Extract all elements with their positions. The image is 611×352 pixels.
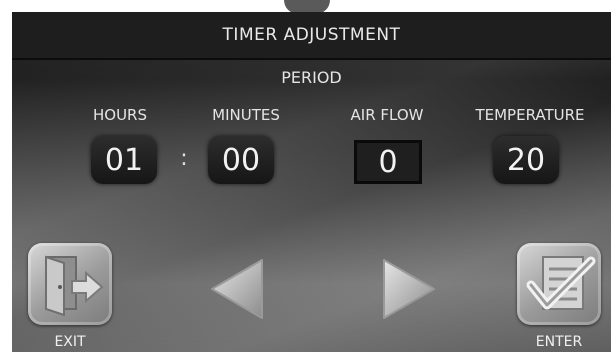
air-flow-label: AIR FLOW [350,106,424,124]
temperature-label: TEMPERATURE [475,106,585,124]
period-label: PERIOD [281,68,342,87]
temperature-field[interactable]: 20 [493,136,559,184]
exit-label: EXIT [54,334,86,350]
timer-adjustment-screen: TIMER ADJUSTMENT PERIOD HOURS MINUTES AI… [12,12,611,352]
enter-button[interactable] [517,243,601,325]
hours-field[interactable]: 01 [91,136,157,184]
exit-door-icon [45,255,104,317]
left-arrow-icon[interactable] [208,258,266,320]
minutes-label: MINUTES [212,106,280,124]
time-separator: : [180,146,188,171]
checklist-icon [526,256,596,310]
exit-button[interactable] [28,243,112,325]
enter-label: ENTER [535,334,583,350]
right-arrow-icon[interactable] [380,258,438,320]
air-flow-field[interactable]: 0 [354,140,422,184]
title-bar: TIMER ADJUSTMENT [12,12,611,60]
page-title: TIMER ADJUSTMENT [222,25,401,45]
minutes-field[interactable]: 00 [208,136,274,184]
hours-label: HOURS [92,106,147,124]
